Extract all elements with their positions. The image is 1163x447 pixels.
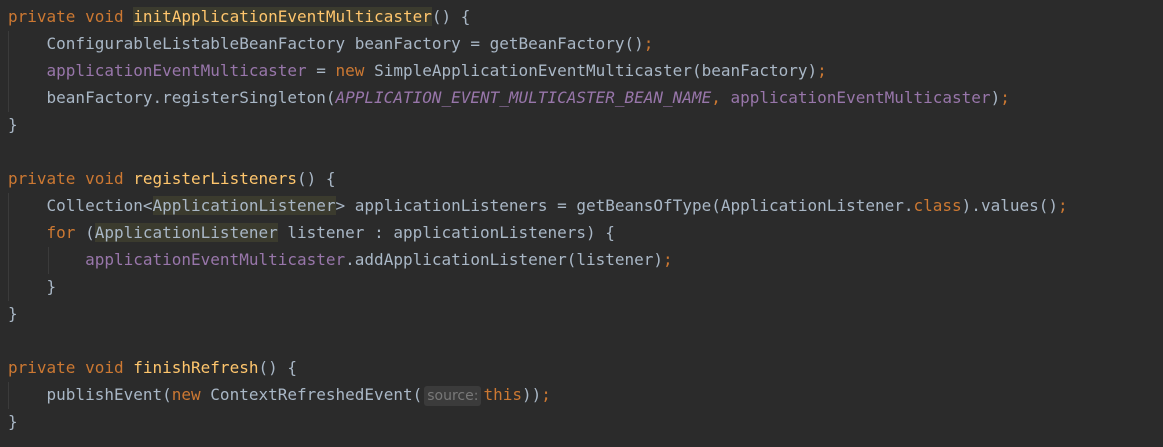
code-line[interactable]: publishEvent(new ContextRefreshedEvent(s… (8, 381, 551, 408)
code-token: class (913, 196, 962, 215)
code-line[interactable]: private void finishRefresh() { (8, 354, 297, 381)
code-token: APPLICATION_EVENT_MULTICASTER_BEAN_NAME (335, 88, 712, 107)
code-editor[interactable]: private void initApplicationEventMultica… (0, 0, 1163, 447)
code-line[interactable]: beanFactory.registerSingleton(APPLICATIO… (8, 84, 1010, 111)
code-token: beanFactory.registerSingleton( (8, 88, 336, 107)
code-token: Collection< (8, 196, 153, 215)
code-token: publishEvent( (8, 385, 172, 404)
code-token: } (8, 115, 18, 134)
code-token: ; (817, 61, 827, 80)
code-token: () { (431, 7, 471, 26)
code-line[interactable]: } (8, 111, 18, 138)
code-token: ; (643, 34, 654, 53)
code-token: () { (297, 169, 336, 188)
code-token: finishRefresh (133, 358, 259, 377)
code-line[interactable]: for (ApplicationListener listener : appl… (8, 219, 615, 246)
code-token: applicationEventMulticaster (85, 250, 346, 269)
code-token: () { (258, 358, 297, 377)
code-token: applicationEventMulticaster (730, 88, 991, 107)
code-token: ).values() (961, 196, 1058, 215)
code-token: } (8, 412, 18, 431)
code-token: ApplicationListener (152, 196, 336, 215)
code-token: this (483, 385, 522, 404)
code-token: ApplicationListener (94, 223, 278, 242)
parameter-hint: source: (424, 386, 482, 406)
code-line[interactable]: ConfigurableListableBeanFactory beanFact… (8, 30, 654, 57)
code-token: ( (85, 223, 95, 242)
code-token: SimpleApplicationEventMulticaster(beanFa… (374, 61, 818, 80)
code-line[interactable]: private void initApplicationEventMultica… (8, 3, 470, 30)
code-token: initApplicationEventMulticaster (133, 7, 432, 26)
code-line[interactable]: applicationEventMulticaster.addApplicati… (8, 246, 673, 273)
code-token: } (8, 277, 57, 296)
code-token: ContextRefreshedEvent( (210, 385, 423, 404)
code-token: ) (990, 88, 1001, 107)
code-token: listener : applicationListeners) { (277, 223, 615, 242)
code-token: , (711, 88, 731, 107)
code-token: = (306, 61, 336, 80)
code-token: private void (8, 169, 134, 188)
code-token: applicationEventMulticaster (46, 61, 307, 80)
code-token: ; (663, 250, 673, 269)
code-line[interactable]: } (8, 300, 18, 327)
code-token: ConfigurableListableBeanFactory beanFact… (8, 34, 644, 53)
code-token: registerListeners (133, 169, 297, 188)
code-line[interactable]: Collection<ApplicationListener> applicat… (8, 192, 1068, 219)
code-token: )) (521, 385, 542, 404)
code-token: .addApplicationListener(listener) (345, 250, 664, 269)
code-token: > applicationListeners = getBeansOfType(… (335, 196, 914, 215)
code-token: ; (1058, 196, 1068, 215)
code-token: ; (1000, 88, 1010, 107)
code-token: new (335, 61, 375, 80)
code-token: } (8, 304, 18, 323)
code-token: for (46, 223, 86, 242)
code-line[interactable]: } (8, 408, 18, 435)
code-token: private void (8, 358, 134, 377)
code-line[interactable]: applicationEventMulticaster = new Simple… (8, 57, 827, 84)
code-line[interactable]: } (8, 273, 57, 300)
code-token: private void (8, 7, 134, 26)
code-line[interactable]: private void registerListeners() { (8, 165, 336, 192)
code-token: ; (541, 385, 551, 404)
code-token: new (171, 385, 211, 404)
